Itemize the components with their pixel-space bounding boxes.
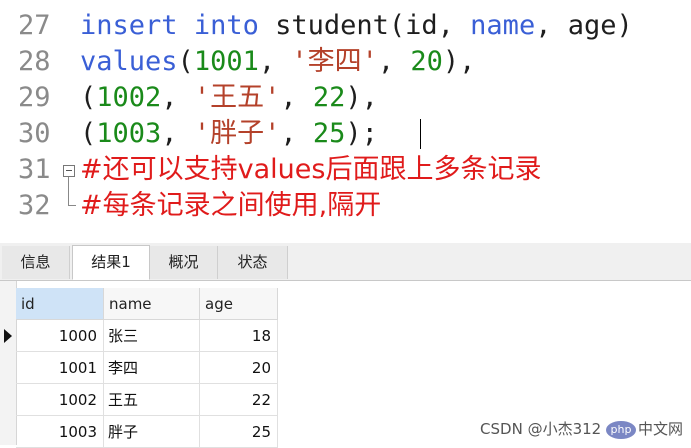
code-token: ), <box>345 82 378 113</box>
code-line[interactable]: 29 (1002, '王五', 22), <box>0 80 691 116</box>
cell-age[interactable]: 20 <box>200 352 278 384</box>
code-token: , <box>280 118 313 149</box>
fold-guide-line <box>68 177 69 205</box>
column-header-id[interactable]: id <box>16 288 104 320</box>
code-token: '胖子' <box>193 118 281 149</box>
current-row-pointer-icon <box>4 329 12 343</box>
table-row[interactable]: 1003 胖子 25 <box>16 416 278 448</box>
table-row[interactable]: 1002 王五 22 <box>16 384 278 416</box>
code-text[interactable]: #还可以支持values后面跟上多条记录 <box>80 152 541 188</box>
cell-name[interactable]: 胖子 <box>104 416 200 448</box>
code-token: values <box>80 46 178 77</box>
cell-id[interactable]: 1001 <box>16 352 104 384</box>
watermark: CSDN @小杰312 php 中文网 <box>480 418 683 439</box>
code-token: into <box>193 10 259 41</box>
code-token: #还可以支持values后面跟上多条记录 <box>80 154 542 185</box>
text-caret <box>420 119 421 149</box>
code-token: , <box>377 46 411 77</box>
code-token: 1002 <box>96 82 162 113</box>
code-token: , <box>280 82 313 113</box>
code-token: student(id, <box>258 10 471 41</box>
code-token: insert <box>80 10 178 41</box>
code-token: ( <box>80 118 97 149</box>
result-tab-bar: 信息 结果1 概况 状态 <box>0 243 691 281</box>
table-row[interactable]: 1001 李四 20 <box>16 352 278 384</box>
watermark-site-text: 中文网 <box>637 420 683 438</box>
php-logo: php <box>605 420 636 439</box>
code-text[interactable]: #每条记录之间使用,隔开 <box>80 188 381 224</box>
code-token: , age) <box>535 10 633 41</box>
sql-editor[interactable]: 27 insert into student(id, name, age) 28… <box>0 0 691 236</box>
code-token: ); <box>345 118 378 149</box>
tab-info[interactable]: 信息 <box>2 246 70 279</box>
code-line[interactable]: 32 #每条记录之间使用,隔开 <box>0 188 691 224</box>
line-number: 29 <box>18 82 51 113</box>
code-token: 25 <box>312 118 346 149</box>
code-token: ( <box>177 46 194 77</box>
cell-age[interactable]: 22 <box>200 384 278 416</box>
tab-status[interactable]: 状态 <box>218 246 288 279</box>
cell-name[interactable]: 李四 <box>104 352 200 384</box>
code-text[interactable]: values(1001, '李四', 20), <box>80 44 475 80</box>
line-number: 30 <box>18 118 51 149</box>
code-line[interactable]: 27 insert into student(id, name, age) <box>0 8 691 44</box>
code-token: 1001 <box>193 46 259 77</box>
code-text[interactable]: insert into student(id, name, age) <box>80 8 633 44</box>
fold-toggle-icon[interactable] <box>63 165 75 177</box>
cell-name[interactable]: 张三 <box>104 320 200 352</box>
cell-id[interactable]: 1000 <box>16 320 104 352</box>
code-token: 22 <box>312 82 346 113</box>
code-token: , <box>161 82 194 113</box>
code-line[interactable]: 31 #还可以支持values后面跟上多条记录 <box>0 152 691 188</box>
code-text[interactable]: (1002, '王五', 22), <box>80 80 378 116</box>
watermark-author: CSDN @小杰312 <box>480 420 602 438</box>
tab-result1[interactable]: 结果1 <box>72 245 150 280</box>
table-row[interactable]: 1000 张三 18 <box>16 320 278 352</box>
row-header-column <box>0 281 17 445</box>
code-token: ( <box>80 82 97 113</box>
cell-age[interactable]: 18 <box>200 320 278 352</box>
code-token: 20 <box>410 46 443 77</box>
column-header-name[interactable]: name <box>104 288 200 320</box>
code-token: , <box>161 118 194 149</box>
code-token: '李四' <box>291 46 378 77</box>
line-number: 28 <box>18 46 51 77</box>
line-number: 27 <box>18 10 51 41</box>
code-token: #每条记录之间使用,隔开 <box>80 190 382 221</box>
fold-guide-end <box>68 205 76 206</box>
cell-id[interactable]: 1002 <box>16 384 104 416</box>
line-number: 32 <box>18 190 51 221</box>
code-line[interactable]: 28 values(1001, '李四', 20), <box>0 44 691 80</box>
code-token: ), <box>442 46 476 77</box>
code-line[interactable]: 30 (1003, '胖子', 25); <box>0 116 691 152</box>
line-number: 31 <box>18 154 51 185</box>
code-token: '王五' <box>193 82 281 113</box>
column-header-age[interactable]: age <box>200 288 278 320</box>
code-token: 1003 <box>96 118 162 149</box>
cell-age[interactable]: 25 <box>200 416 278 448</box>
cell-id[interactable]: 1003 <box>16 416 104 448</box>
cell-name[interactable]: 王五 <box>104 384 200 416</box>
code-token: , <box>258 46 292 77</box>
code-token: name <box>470 10 536 41</box>
code-text[interactable]: (1003, '胖子', 25); <box>80 116 378 152</box>
tab-overview[interactable]: 概况 <box>150 246 218 279</box>
